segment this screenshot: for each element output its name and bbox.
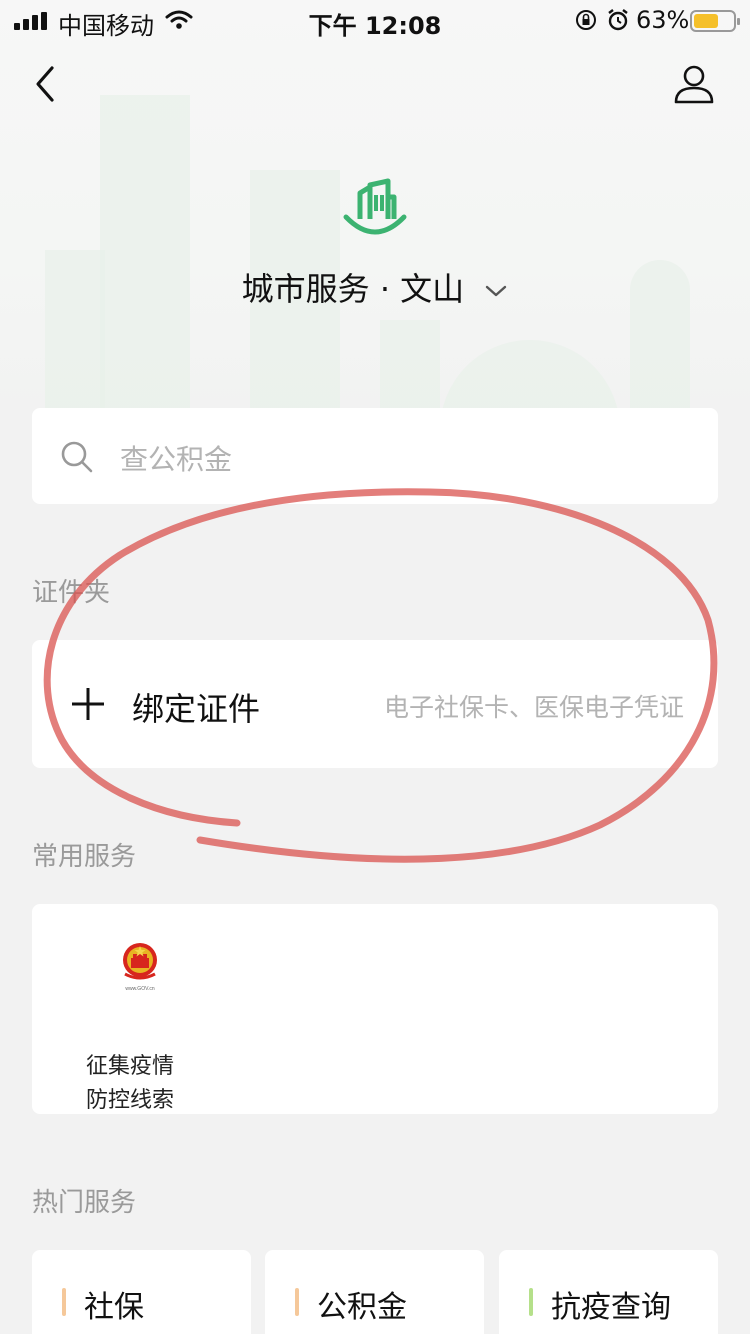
- hot-service-label: 公积金: [317, 1290, 407, 1325]
- service-item-label: 征集疫情 防控线索: [86, 1054, 175, 1113]
- search-input[interactable]: 查公积金: [32, 408, 718, 504]
- battery-percent: 63%: [636, 6, 690, 34]
- accent-bar: [295, 1288, 299, 1316]
- bind-certificate-label: 绑定证件: [132, 690, 261, 728]
- city-building-icon: [343, 178, 407, 235]
- search-placeholder: 查公积金: [120, 443, 233, 476]
- rotation-lock-icon: [576, 10, 596, 30]
- hot-service-epidemic-query[interactable]: 抗疫查询: [499, 1250, 718, 1334]
- section-label-hot-services: 热门服务: [32, 1188, 137, 1218]
- hot-service-housing-fund[interactable]: 公积金: [265, 1250, 484, 1334]
- hot-service-social-security[interactable]: 社保: [32, 1250, 251, 1334]
- back-chevron-icon[interactable]: [30, 62, 70, 106]
- city-selector[interactable]: 城市服务 · 文山: [0, 264, 750, 310]
- page-title: 城市服务 · 文山: [241, 270, 465, 308]
- battery-icon: [690, 10, 740, 32]
- hot-service-label: 抗疫查询: [551, 1290, 671, 1325]
- svg-text:www.GOV.cn: www.GOV.cn: [125, 986, 154, 992]
- hot-service-label: 社保: [84, 1290, 144, 1325]
- accent-bar: [529, 1288, 533, 1316]
- chevron-down-icon: [486, 285, 507, 297]
- national-emblem-icon: www.GOV.cn: [123, 943, 157, 992]
- section-label-certificates: 证件夹: [32, 578, 111, 608]
- search-icon: [61, 441, 93, 473]
- alarm-icon: [608, 9, 628, 31]
- common-services-card: www.GOV.cn 征集疫情 防控线索: [32, 904, 718, 1114]
- section-label-common-services: 常用服务: [32, 842, 137, 872]
- bind-certificate-hint: 电子社保卡、医保电子凭证: [383, 693, 684, 722]
- accent-bar: [62, 1288, 66, 1316]
- bind-certificate-button[interactable]: 绑定证件 电子社保卡、医保电子凭证: [32, 640, 718, 768]
- plus-icon: [72, 688, 104, 720]
- user-icon[interactable]: [672, 62, 716, 106]
- status-bar: 中国移动 下午 12:08 63%: [0, 0, 750, 40]
